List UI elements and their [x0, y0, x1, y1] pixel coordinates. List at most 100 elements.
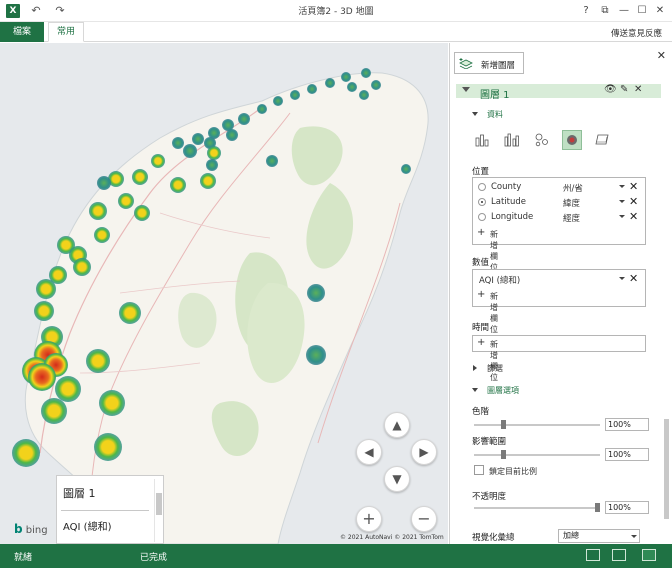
section-layer-options[interactable]: 圖層選項: [487, 385, 519, 396]
section-data[interactable]: 資料: [487, 109, 503, 120]
delete-layer-icon[interactable]: ✕: [634, 84, 642, 95]
chevron-down-icon[interactable]: [619, 277, 625, 280]
image-view-icon[interactable]: [586, 549, 600, 561]
heatmap-viz-button[interactable]: [562, 130, 582, 150]
rotate-right-button[interactable]: ▶: [411, 439, 437, 465]
aggregation-label: 視覺化彙總: [472, 533, 515, 543]
map-labels-icon[interactable]: [612, 549, 626, 561]
radius-slider-thumb[interactable]: [500, 450, 506, 459]
chevron-down-icon[interactable]: [619, 185, 625, 188]
bing-label: bing: [25, 525, 48, 536]
expand-layer-options-icon[interactable]: [472, 388, 478, 392]
time-field-list: + 新增欄位: [472, 335, 646, 382]
expand-data-icon[interactable]: [472, 112, 478, 116]
field-type[interactable]: 州/省: [563, 182, 583, 194]
value-row[interactable]: AQI (總和) ✕: [477, 272, 641, 287]
status-ready: 就緒: [14, 553, 33, 563]
tilt-up-button[interactable]: ▲: [384, 412, 410, 438]
add-layer-button[interactable]: 新增圖層: [454, 52, 524, 74]
field-name: Latitude: [491, 197, 526, 207]
restore-icon[interactable]: ⧉: [597, 3, 613, 19]
legend-scrollbar[interactable]: [154, 479, 162, 542]
map-view[interactable]: ▲ ◀ ▶ ▼ + − 圖層 1 AQI (總和) b bing © 2021 …: [0, 43, 448, 544]
map-legend[interactable]: 圖層 1 AQI (總和): [56, 475, 164, 544]
color-scale-label: 色階: [472, 407, 490, 417]
remove-field-icon[interactable]: ✕: [629, 195, 638, 208]
lock-scale-checkbox[interactable]: [474, 465, 484, 475]
region-chart-icon[interactable]: [592, 130, 612, 150]
opacity-slider-thumb[interactable]: [595, 503, 600, 512]
tilt-down-button[interactable]: ▼: [384, 466, 410, 492]
chevron-down-icon[interactable]: [619, 215, 625, 218]
close-icon[interactable]: ✕: [652, 3, 668, 19]
value-title: 數值: [472, 258, 490, 268]
field-name: Longitude: [491, 212, 534, 222]
radius-slider[interactable]: [474, 454, 600, 456]
field-type[interactable]: 經度: [563, 212, 580, 224]
location-title: 位置: [472, 167, 490, 177]
legend-subtitle: AQI (總和): [63, 522, 112, 533]
color-scale-input[interactable]: 100%: [605, 418, 649, 431]
add-field-label: 新增欄位: [490, 230, 498, 272]
chevron-down-icon[interactable]: [619, 200, 625, 203]
opacity-input[interactable]: 100%: [605, 501, 649, 514]
add-field-label: 新增欄位: [490, 292, 498, 334]
expand-filters-icon[interactable]: [473, 365, 477, 371]
ribbon-tabs: 檔案 常用 傳送意見反應: [0, 22, 672, 42]
color-scale-slider[interactable]: [474, 424, 600, 426]
heatmap-icon: [567, 135, 577, 145]
maximize-icon[interactable]: ☐: [634, 3, 650, 19]
pane-scrollbar[interactable]: [662, 419, 670, 529]
location-field-list: County 州/省 ✕ Latitude 緯度 ✕ Longitude 經度 …: [472, 177, 646, 272]
bubble-chart-icon[interactable]: [532, 130, 552, 150]
rotate-left-button[interactable]: ◀: [356, 439, 382, 465]
fit-view-icon[interactable]: [642, 549, 656, 561]
remove-field-icon[interactable]: ✕: [629, 210, 638, 223]
zoom-in-button[interactable]: +: [356, 506, 382, 532]
minimize-icon[interactable]: —: [616, 3, 632, 19]
location-row[interactable]: Longitude 經度 ✕: [477, 210, 641, 225]
pane-scrollbar-thumb[interactable]: [664, 419, 669, 519]
radius-label: 影響範圍: [472, 437, 507, 447]
aggregation-select[interactable]: 加總: [558, 529, 640, 543]
tab-home[interactable]: 常用: [48, 22, 84, 42]
opacity-label: 不透明度: [472, 492, 507, 502]
status-bar: 就緒 已完成: [0, 544, 672, 568]
value-field-name: AQI (總和): [479, 276, 521, 286]
status-done: 已完成: [140, 553, 168, 563]
chevron-down-icon[interactable]: [631, 535, 637, 538]
window-title: 活頁簿2 - 3D 地圖: [298, 7, 374, 17]
map-copyright: © 2021 AutoNavi © 2021 TomTom: [340, 534, 444, 541]
legend-scrollbar-thumb[interactable]: [156, 493, 162, 515]
value-field-list: AQI (總和) ✕ + 新增欄位: [472, 269, 646, 334]
radius-input[interactable]: 100%: [605, 448, 649, 461]
tab-file[interactable]: 檔案: [0, 22, 44, 42]
layer-name[interactable]: 圖層 1: [480, 86, 510, 101]
aggregation-value: 加總: [563, 531, 579, 540]
send-feedback-link[interactable]: 傳送意見反應: [611, 27, 662, 39]
help-button[interactable]: ?: [578, 3, 594, 19]
field-type[interactable]: 緯度: [563, 197, 580, 209]
remove-field-icon[interactable]: ✕: [629, 180, 638, 193]
clustered-column-icon[interactable]: [502, 130, 522, 150]
location-row[interactable]: County 州/省 ✕: [477, 180, 641, 195]
opacity-slider[interactable]: [474, 507, 600, 509]
pane-close-icon[interactable]: ✕: [657, 49, 666, 62]
section-filters[interactable]: 篩選: [487, 363, 503, 374]
radio-longitude[interactable]: [478, 213, 486, 221]
time-title: 時間: [472, 323, 490, 333]
plus-icon: +: [477, 227, 486, 238]
zoom-out-button[interactable]: −: [411, 506, 437, 532]
color-scale-slider-thumb[interactable]: [500, 420, 506, 429]
pencil-icon[interactable]: ✎: [620, 84, 628, 95]
stacked-column-icon[interactable]: [472, 130, 492, 150]
remove-field-icon[interactable]: ✕: [629, 272, 638, 285]
collapse-layer-icon[interactable]: [462, 87, 470, 92]
lock-scale-label: 鎖定目前比例: [489, 467, 537, 476]
add-layer-label: 新增圖層: [481, 61, 516, 71]
radio-county[interactable]: [478, 183, 486, 191]
radio-latitude[interactable]: [478, 198, 486, 206]
eye-icon[interactable]: 👁: [604, 84, 617, 95]
location-row[interactable]: Latitude 緯度 ✕: [477, 195, 641, 210]
add-field-label: 新增欄位: [490, 340, 498, 382]
